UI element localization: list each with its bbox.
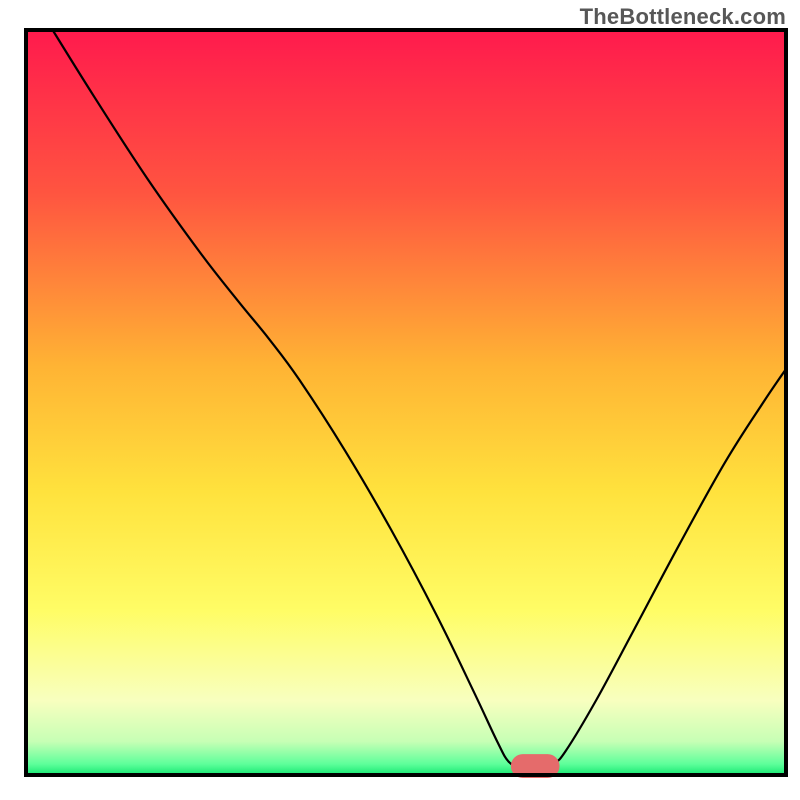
watermark-text: TheBottleneck.com (580, 4, 786, 30)
chart-container: { "watermark": "TheBottleneck.com", "cha… (0, 0, 800, 800)
bottleneck-chart (0, 0, 800, 800)
chart-background (26, 30, 786, 775)
